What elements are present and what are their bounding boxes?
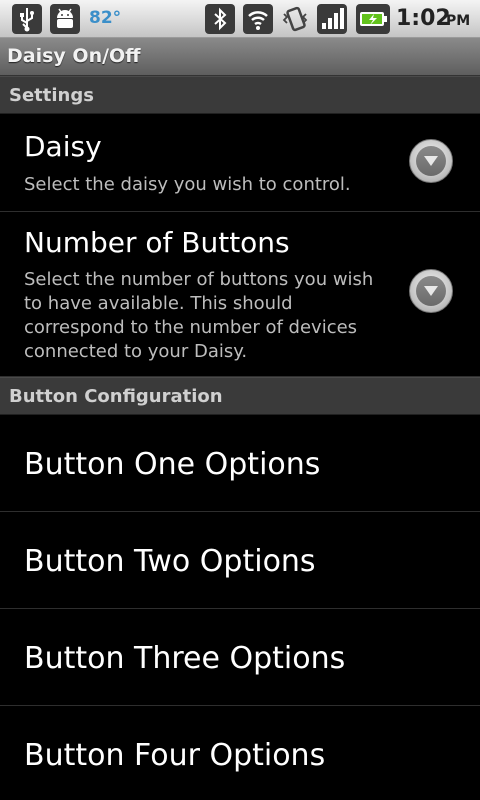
app-title: Daisy On/Off xyxy=(7,45,141,67)
button-one-options-label: Button One Options xyxy=(24,447,321,482)
number-of-buttons-summary: Select the number of buttons you wish to… xyxy=(24,269,374,362)
button-three-options-item[interactable]: Button Three Options xyxy=(0,609,480,706)
vibrate-icon xyxy=(282,6,308,32)
button-four-options-item[interactable]: Button Four Options xyxy=(0,706,480,800)
settings-category-label: Settings xyxy=(9,85,94,106)
daisy-preference[interactable]: Daisy Select the daisy you wish to contr… xyxy=(0,114,480,212)
status-bar: 82° 1:02 PM xyxy=(0,0,480,38)
button-configuration-category-label: Button Configuration xyxy=(9,386,223,407)
number-of-buttons-dropdown-icon[interactable] xyxy=(409,269,453,313)
settings-category-header: Settings xyxy=(0,76,480,114)
bluetooth-icon xyxy=(205,4,235,34)
clock-time: 1:02 xyxy=(396,6,451,31)
button-two-options-item[interactable]: Button Two Options xyxy=(0,512,480,609)
button-one-options-item[interactable]: Button One Options xyxy=(0,415,480,512)
button-four-options-label: Button Four Options xyxy=(24,738,326,773)
battery-charging-icon xyxy=(356,4,390,34)
wifi-icon xyxy=(243,4,273,34)
usb-icon xyxy=(12,4,42,34)
android-debug-icon xyxy=(50,4,80,34)
daisy-title: Daisy xyxy=(24,130,102,163)
button-configuration-category-header: Button Configuration xyxy=(0,377,480,415)
temperature-text: 82° xyxy=(89,8,122,28)
number-of-buttons-preference[interactable]: Number of Buttons Select the number of b… xyxy=(0,212,480,377)
signal-icon xyxy=(317,4,347,34)
button-three-options-label: Button Three Options xyxy=(24,641,346,676)
number-of-buttons-title: Number of Buttons xyxy=(24,226,290,259)
daisy-dropdown-icon[interactable] xyxy=(409,139,453,183)
button-two-options-label: Button Two Options xyxy=(24,544,316,579)
clock-ampm: PM xyxy=(446,13,471,29)
app-title-bar: Daisy On/Off xyxy=(0,38,480,76)
daisy-summary: Select the daisy you wish to control. xyxy=(24,174,351,195)
